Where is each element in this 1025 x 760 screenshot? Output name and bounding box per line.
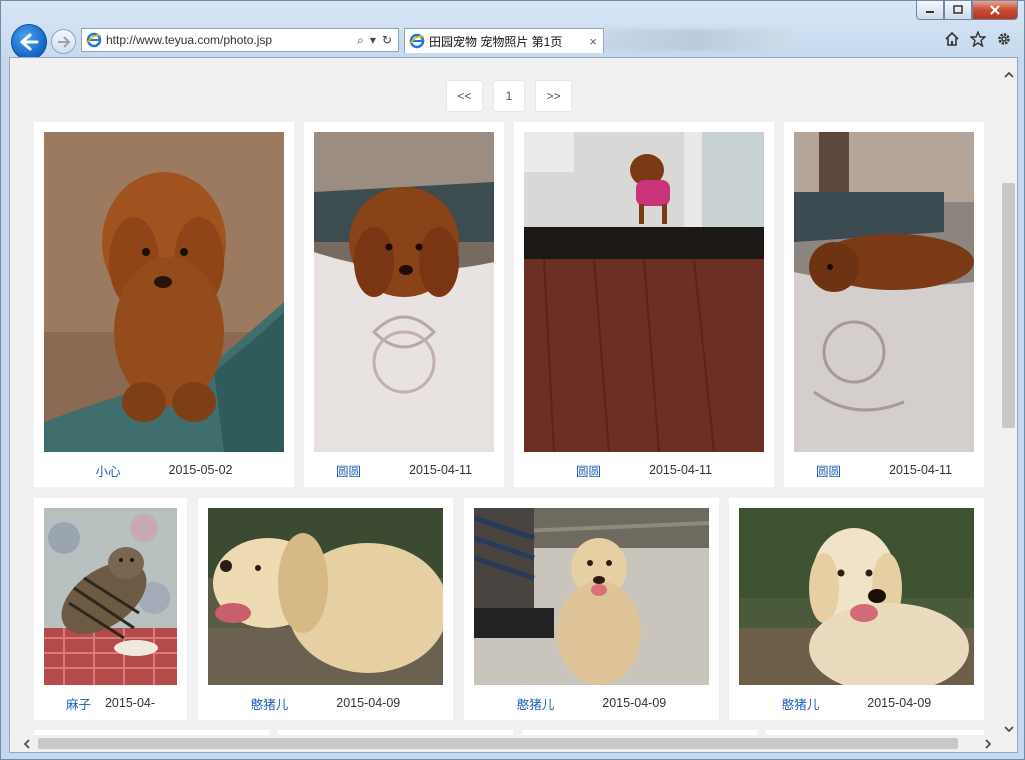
photo-caption: 憨猪儿 2015-04-09 xyxy=(198,686,453,720)
pet-name-link[interactable]: 圆圆 xyxy=(816,461,841,480)
photo-date: 2015-04- xyxy=(104,696,156,710)
photo-card: 小心 2015-05-02 xyxy=(34,122,294,487)
browser-window: ⌕ ▾ ↻ 田园宠物 宠物照片 第1页 × xyxy=(0,0,1025,760)
photo-date: 2015-04-11 xyxy=(649,463,713,477)
back-button[interactable] xyxy=(11,24,47,60)
horizontal-scrollbar[interactable] xyxy=(10,735,1002,752)
pet-photo-poodle[interactable] xyxy=(314,132,494,452)
photo-caption: 圆圆 2015-04-11 xyxy=(514,453,774,487)
photo-date: 2015-04-11 xyxy=(889,463,953,477)
vertical-scrollbar[interactable] xyxy=(1000,58,1017,737)
address-bar[interactable]: ⌕ ▾ ↻ xyxy=(81,28,399,52)
photo-caption: 憨猪儿 2015-04-09 xyxy=(729,686,984,720)
photo-card: 圆圆 2015-04-11 xyxy=(784,122,984,487)
pet-photo-dog[interactable] xyxy=(739,508,974,685)
window-caption-buttons xyxy=(916,1,1018,21)
minimize-button[interactable] xyxy=(916,1,944,20)
photo-caption: 憨猪儿 2015-04-09 xyxy=(464,686,719,720)
photo-card: 圆圆 2015-04-11 xyxy=(304,122,504,487)
ie-tab-icon xyxy=(409,33,425,49)
photo-date: 2015-04-09 xyxy=(336,696,401,710)
golden-retriever-side-image xyxy=(208,508,443,685)
pet-name-link[interactable]: 圆圆 xyxy=(576,461,601,480)
photo-caption: 圆圆 2015-04-11 xyxy=(304,453,504,487)
photo-caption: 圆圆 2015-04-11 xyxy=(784,453,984,487)
blurred-tabs xyxy=(605,29,789,51)
close-icon xyxy=(990,5,1000,15)
photo-date: 2015-04-09 xyxy=(867,696,932,710)
pet-photo-dog[interactable] xyxy=(208,508,443,685)
navigation-bar: ⌕ ▾ ↻ 田园宠物 宠物照片 第1页 × xyxy=(1,21,1024,60)
tab-title: 田园宠物 宠物照片 第1页 xyxy=(429,34,563,49)
pet-photo-cat[interactable] xyxy=(44,508,177,685)
photo-card: 憨猪儿 2015-04-09 xyxy=(198,498,453,720)
close-window-button[interactable] xyxy=(972,1,1018,20)
vertical-scroll-thumb[interactable] xyxy=(1002,183,1015,428)
poodle-doorway-image xyxy=(524,132,764,452)
pet-name-link[interactable]: 麻子 xyxy=(66,694,91,713)
horizontal-scroll-thumb[interactable] xyxy=(38,738,958,749)
pet-name-link[interactable]: 憨猪儿 xyxy=(782,694,820,713)
gear-icon[interactable] xyxy=(996,31,1012,47)
back-arrow-icon xyxy=(20,33,39,51)
photo-date: 2015-04-11 xyxy=(409,463,473,477)
photo-caption: 小心 2015-05-02 xyxy=(34,453,294,487)
ie-logo-icon xyxy=(86,32,102,48)
poodle-sitting-image xyxy=(44,132,284,452)
page-viewport: << 1 >> 小心 2015-05-02 圆圆 2015-04-11 圆圆 2… xyxy=(9,57,1018,753)
address-tools: ⌕ ▾ ↻ xyxy=(357,33,398,48)
tabby-cat-image xyxy=(44,508,177,685)
scroll-left-icon[interactable] xyxy=(18,735,35,752)
photo-card: 圆圆 2015-04-11 xyxy=(514,122,774,487)
pet-photo-poodle[interactable] xyxy=(524,132,764,452)
photo-date: 2015-05-02 xyxy=(168,463,233,477)
scroll-right-icon[interactable] xyxy=(979,735,996,752)
forward-arrow-icon xyxy=(57,35,70,48)
scroll-down-icon[interactable] xyxy=(1000,720,1017,737)
photo-date: 2015-04-09 xyxy=(602,696,667,710)
poodle-on-pillow-image xyxy=(314,132,494,452)
maximize-button[interactable] xyxy=(944,1,972,20)
favorites-star-icon[interactable] xyxy=(970,31,986,47)
refresh-icon[interactable]: ↻ xyxy=(382,33,392,47)
photo-card: 憨猪儿 2015-04-09 xyxy=(464,498,719,720)
current-page-button[interactable]: 1 xyxy=(493,80,525,112)
golden-retriever-front-image xyxy=(739,508,974,685)
pagination: << 1 >> xyxy=(446,80,572,112)
maximize-icon xyxy=(953,5,963,14)
photo-caption: 麻子 2015-04- xyxy=(34,686,187,720)
pet-photo-dog[interactable] xyxy=(474,508,709,685)
next-page-button[interactable]: >> xyxy=(535,80,572,112)
tab-active[interactable]: 田园宠物 宠物照片 第1页 × xyxy=(404,28,604,53)
dropdown-icon[interactable]: ▾ xyxy=(370,33,376,47)
url-input[interactable] xyxy=(106,33,336,47)
home-icon[interactable] xyxy=(944,31,960,47)
pet-name-link[interactable]: 圆圆 xyxy=(336,461,361,480)
browser-tools xyxy=(944,31,1012,47)
tab-close-icon[interactable]: × xyxy=(589,34,597,49)
pet-photo-poodle[interactable] xyxy=(794,132,974,452)
pet-name-link[interactable]: 小心 xyxy=(96,461,121,480)
poodle-lying-image xyxy=(794,132,974,452)
golden-retriever-owner-image xyxy=(474,508,709,685)
search-icon[interactable]: ⌕ xyxy=(357,33,364,48)
scroll-up-icon[interactable] xyxy=(1000,66,1017,83)
minimize-icon xyxy=(926,11,934,13)
photo-card: 憨猪儿 2015-04-09 xyxy=(729,498,984,720)
prev-page-button[interactable]: << xyxy=(446,80,483,112)
forward-button[interactable] xyxy=(51,29,76,54)
pet-photo-poodle[interactable] xyxy=(44,132,284,452)
pet-name-link[interactable]: 憨猪儿 xyxy=(517,694,555,713)
photo-card: 麻子 2015-04- xyxy=(34,498,187,720)
pet-name-link[interactable]: 憨猪儿 xyxy=(251,694,289,713)
